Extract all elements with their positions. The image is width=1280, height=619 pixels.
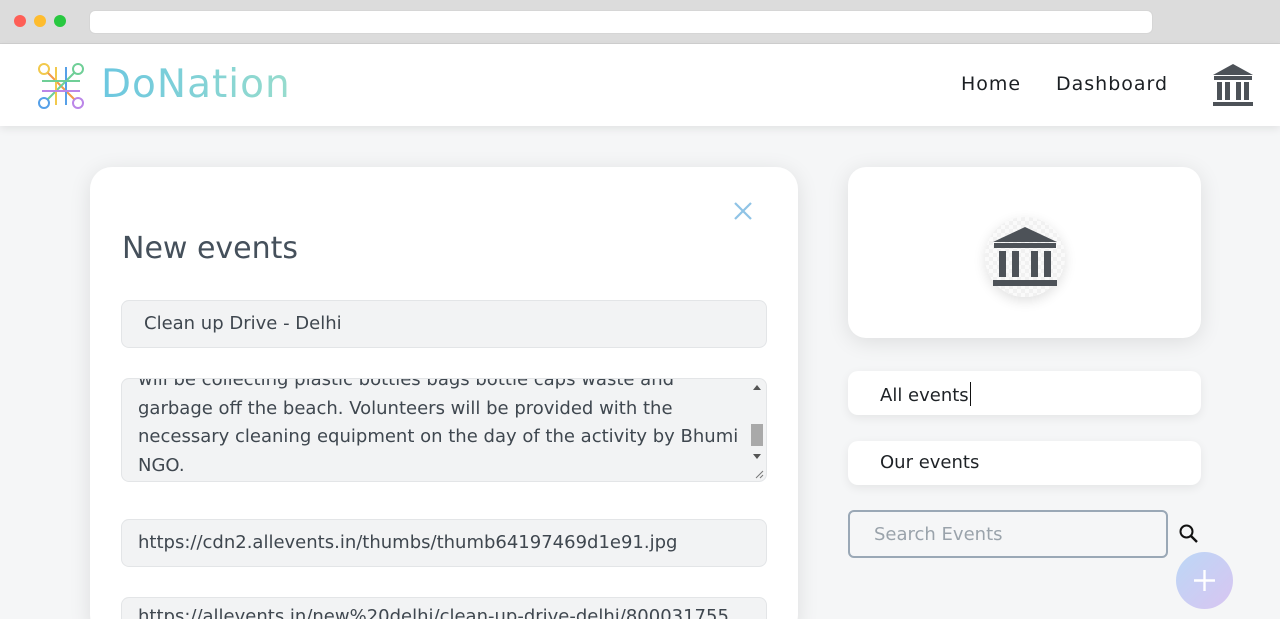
close-icon[interactable] xyxy=(731,199,755,223)
search-events-input[interactable] xyxy=(848,510,1168,558)
avatar[interactable] xyxy=(985,217,1065,297)
scroll-thumb[interactable] xyxy=(751,424,763,446)
modal-title: New events xyxy=(122,231,299,266)
scroll-up-arrow-icon[interactable] xyxy=(753,385,761,390)
event-title-input[interactable]: Clean up Drive - Delhi xyxy=(121,300,767,348)
text-caret xyxy=(969,382,972,406)
site-header: DoNation Home Dashboard xyxy=(0,44,1280,126)
organization-profile-card xyxy=(848,167,1201,338)
textarea-scrollbar[interactable] xyxy=(749,381,765,481)
new-event-modal: New events Clean up Drive - Delhi will b… xyxy=(90,167,798,619)
address-bar[interactable] xyxy=(89,10,1153,34)
all-events-label: All events xyxy=(880,385,969,406)
bank-icon xyxy=(993,227,1057,286)
add-event-button[interactable] xyxy=(1176,552,1233,609)
nav-home-link[interactable]: Home xyxy=(961,73,1021,95)
donation-logo-icon[interactable] xyxy=(36,61,86,111)
plus-icon xyxy=(1194,570,1215,591)
window-minimize-dot[interactable] xyxy=(34,15,46,27)
window-close-dot[interactable] xyxy=(14,15,26,27)
event-description-text: will be collecting plastic bottles bags … xyxy=(138,378,739,476)
event-link-input[interactable]: https://allevents.in/new%20delhi/clean-u… xyxy=(121,597,767,619)
nav-dashboard-link[interactable]: Dashboard xyxy=(1056,73,1168,95)
scroll-down-arrow-icon[interactable] xyxy=(753,454,761,459)
our-events-button[interactable]: Our events xyxy=(848,441,1201,485)
event-image-url-input[interactable]: https://cdn2.allevents.in/thumbs/thumb64… xyxy=(121,519,767,567)
event-description-textarea[interactable]: will be collecting plastic bottles bags … xyxy=(121,378,767,482)
window-maximize-dot[interactable] xyxy=(54,15,66,27)
browser-chrome xyxy=(0,0,1280,44)
bank-icon[interactable] xyxy=(1211,62,1255,108)
resize-grip-icon[interactable] xyxy=(754,469,764,479)
all-events-button[interactable]: All events xyxy=(848,371,1201,415)
search-icon[interactable] xyxy=(1177,522,1201,546)
brand-name[interactable]: DoNation xyxy=(101,62,291,107)
